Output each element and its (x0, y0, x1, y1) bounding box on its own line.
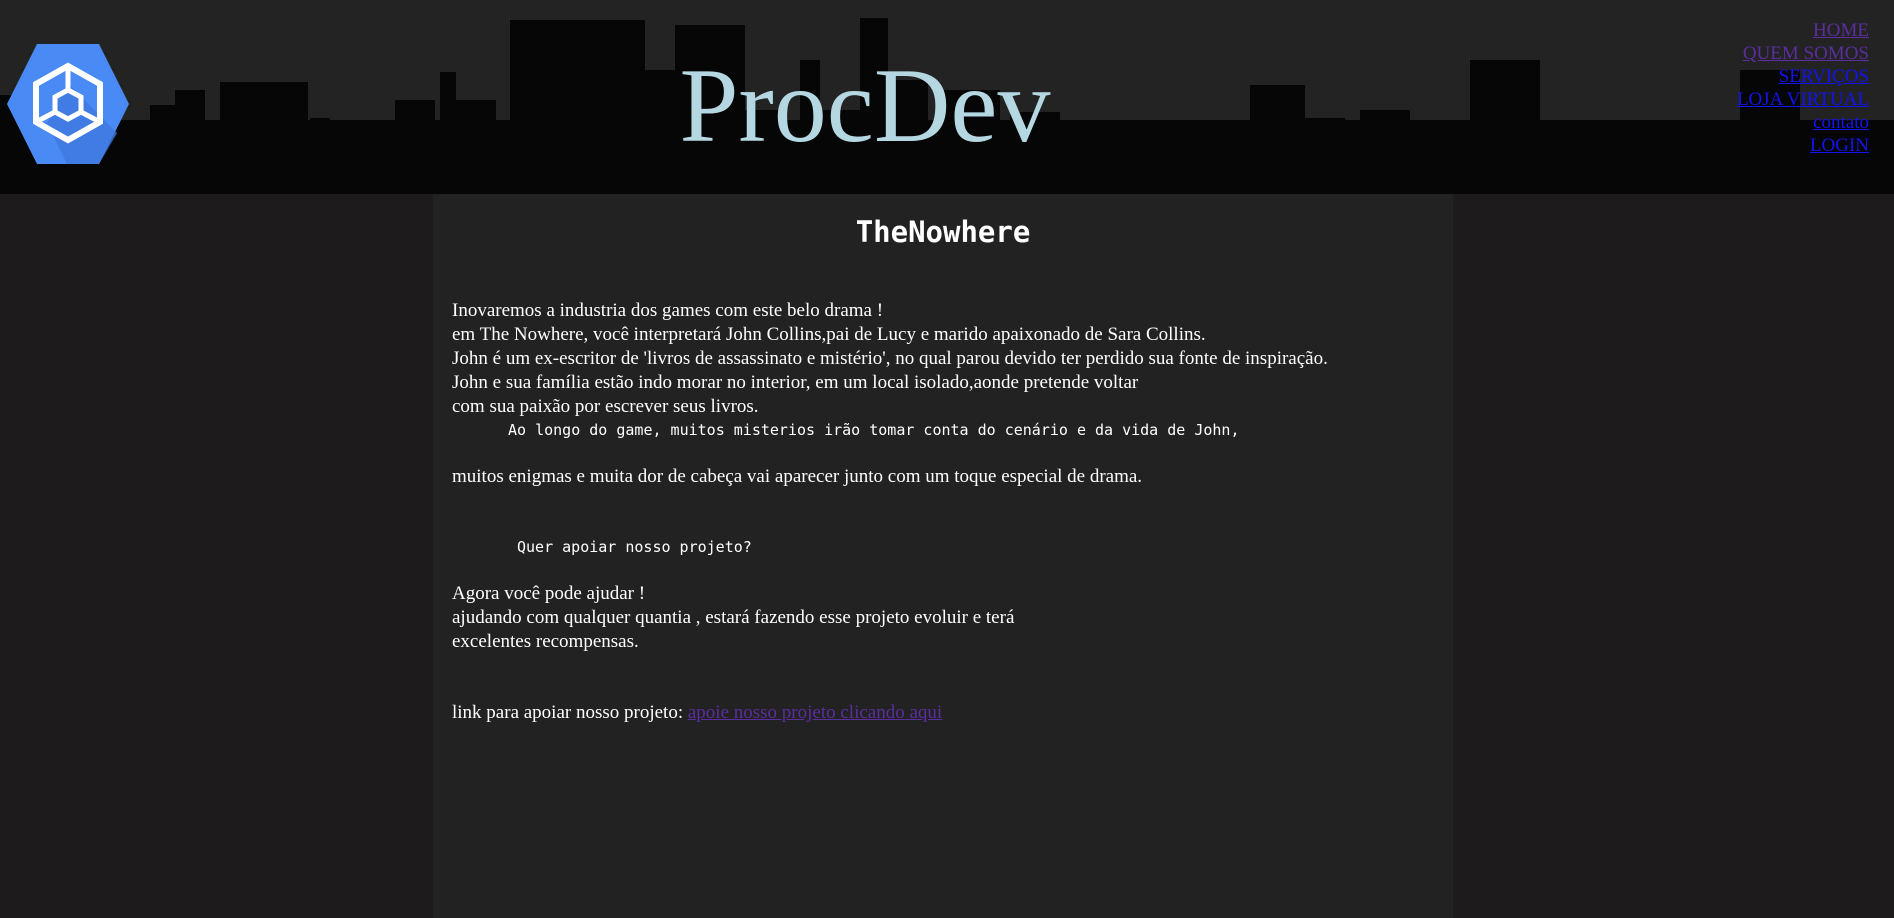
support-question: Quer apoiar nosso projeto? (517, 538, 752, 556)
article-panel: TheNowhere Inovaremos a industria dos ga… (433, 194, 1453, 918)
nav-link-servicos[interactable]: SERVIÇOS (1737, 65, 1869, 88)
intro-line: em The Nowhere, você interpretará John C… (452, 324, 1206, 345)
intro-paragraph: Inovaremos a industria dos games com est… (452, 299, 1328, 419)
intro-line: Inovaremos a industria dos games com est… (452, 300, 884, 321)
brand-title: ProcDev (679, 47, 1051, 164)
support-project-link[interactable]: apoie nosso projeto clicando aqui (688, 702, 942, 723)
nav-link-loja-virtual[interactable]: LOJA VIRTUAL (1737, 88, 1869, 111)
support-line: Agora você pode ajudar ! (452, 583, 646, 604)
support-link-row: link para apoiar nosso projeto: apoie no… (452, 701, 942, 725)
support-line: ajudando com qualquer quantia , estará f… (452, 607, 1015, 628)
site-header: ProcDev HOME QUEM SOMOS SERVIÇOS LOJA VI… (0, 0, 1894, 194)
nav-link-home[interactable]: HOME (1737, 19, 1869, 42)
support-link-prefix: link para apoiar nosso projeto: (452, 702, 684, 723)
support-line: excelentes recompensas. (452, 631, 639, 652)
enigmas-line: muitos enigmas e muita dor de cabeça vai… (452, 466, 1143, 487)
nav-link-quem-somos[interactable]: QUEM SOMOS (1737, 42, 1869, 65)
nav-link-contato[interactable]: contato (1737, 111, 1869, 134)
main-nav: HOME QUEM SOMOS SERVIÇOS LOJA VIRTUAL co… (1737, 19, 1869, 157)
article-title: TheNowhere (855, 215, 1031, 249)
intro-line: John é um ex-escritor de 'livros de assa… (452, 348, 1328, 369)
intro-line: com sua paixão por escrever seus livros. (452, 396, 759, 417)
intro-line: John e sua família estão indo morar no i… (452, 372, 1139, 393)
support-paragraph: Agora você pode ajudar ! ajudando com qu… (452, 582, 1014, 654)
nav-link-login[interactable]: LOGIN (1737, 134, 1869, 157)
mystery-line: Ao longo do game, muitos misterios irão … (508, 421, 1240, 439)
